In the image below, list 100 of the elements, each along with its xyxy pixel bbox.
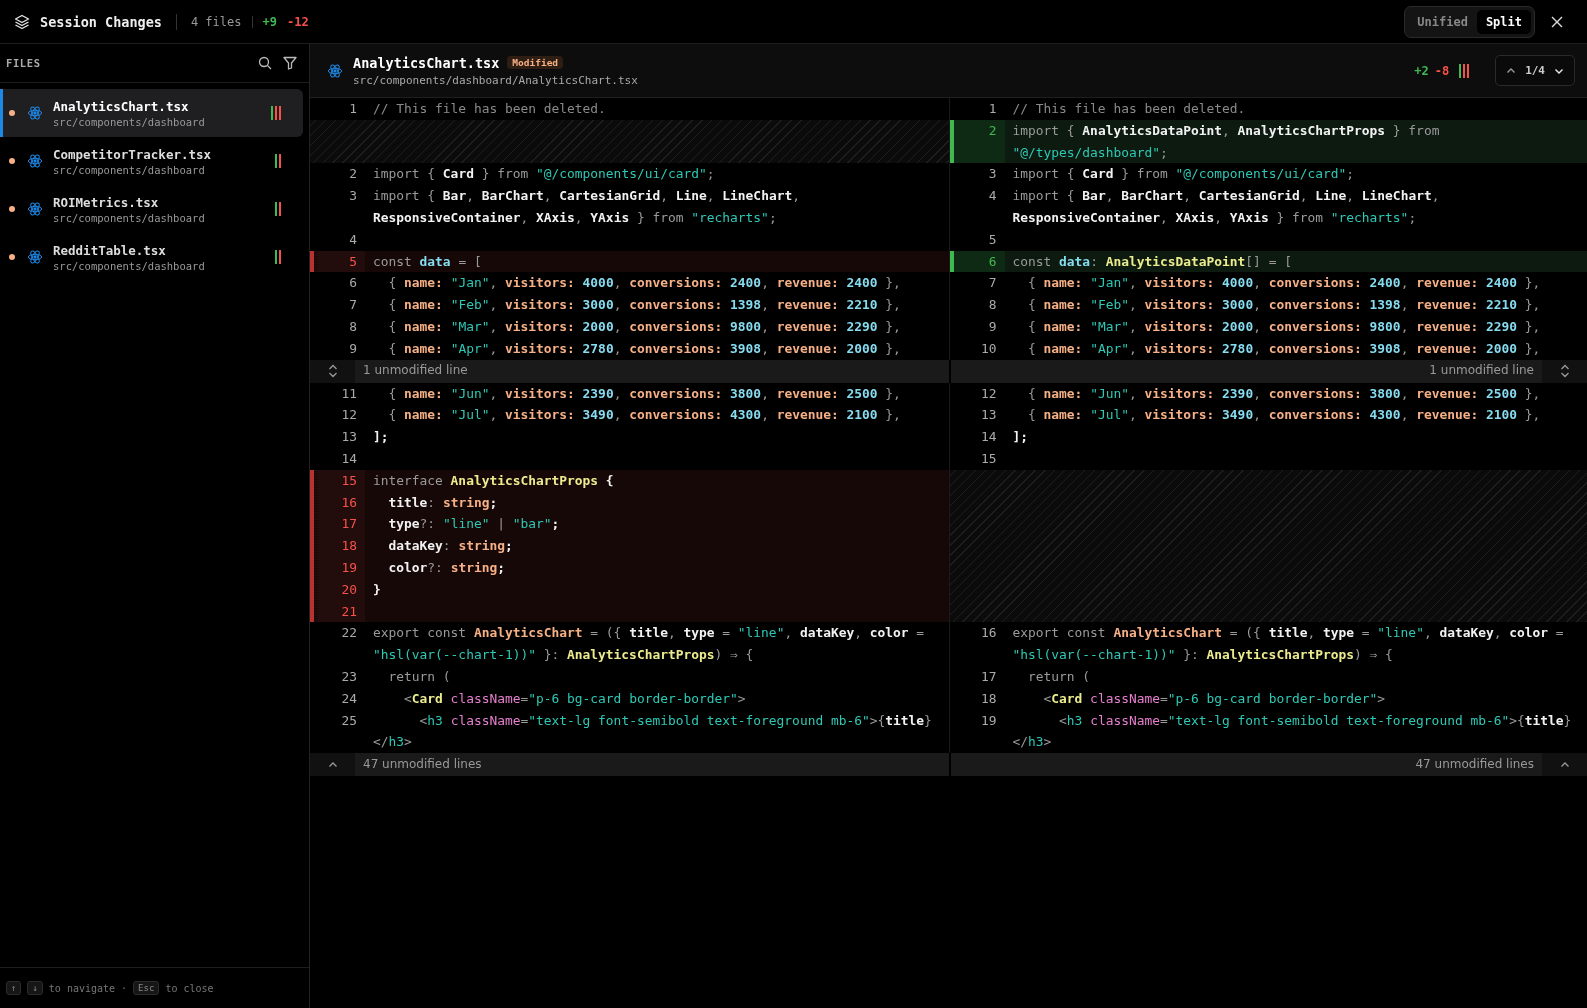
file-item[interactable]: RedditTable.tsx src/components/dashboard (0, 233, 303, 281)
code-line: return ( (387, 667, 452, 686)
atom-icon (27, 105, 43, 121)
line-number: 22 (341, 625, 357, 641)
line-number: 8 (988, 297, 997, 313)
close-icon[interactable] (1551, 15, 1563, 28)
search-icon[interactable] (258, 56, 272, 70)
code-line: import { Card } from "@/components/ui/card"; (372, 165, 716, 184)
line-number: 19 (980, 712, 997, 728)
view-tab[interactable]: Split (1476, 9, 1531, 34)
app-title: Session Changes (40, 13, 162, 30)
line-number: 13 (980, 407, 997, 423)
line-number: 2 (988, 122, 997, 138)
removed-count: -12 (286, 14, 309, 29)
change-bars-icon (1459, 63, 1472, 78)
line-number: 20 (341, 581, 357, 597)
collapsed-lines-label: 47 unmodified lines (1414, 755, 1535, 773)
file-count: 4 files (190, 14, 242, 29)
file-name: ROIMetrics.tsx (53, 194, 160, 210)
line-number: 1 (988, 101, 997, 116)
line-number: 17 (341, 516, 357, 532)
code-line: { name: "Jul", visitors: 3490, conversions: 4300, revenue: 2100 }, (1027, 406, 1542, 425)
added-count: +2 (1414, 63, 1429, 78)
key-hint: ↓ (27, 981, 43, 995)
expand-button[interactable] (1542, 359, 1587, 383)
line-number: 14 (341, 450, 357, 466)
expand-icon (327, 364, 338, 379)
line-number: 9 (349, 340, 357, 356)
code-line: { name: "Jan", visitors: 4000, conversions: 2400, revenue: 2400 }, (387, 274, 902, 293)
layers-icon (14, 13, 30, 30)
file-name: RedditTable.tsx (53, 242, 167, 258)
line-number: 13 (341, 429, 357, 445)
code-line: { name: "Jan", visitors: 4000, conversions: 2400, revenue: 2400 }, (1027, 274, 1542, 293)
line-number: 21 (341, 603, 357, 619)
line-number: 4 (349, 231, 357, 247)
code-line: <h3 className="text-lg font-semibold text-foreground mb-6">{title} </h3> (372, 711, 933, 752)
code-line: <Card className="p-6 bg-card border-border"> (1042, 689, 1387, 708)
line-number: 1 (349, 101, 357, 116)
file-name: AnalyticsChart.tsx (53, 98, 190, 114)
line-number: 3 (349, 188, 357, 204)
files-heading: FILES (6, 57, 41, 69)
hint-text: · (121, 982, 128, 994)
hint-text: to navigate (48, 982, 116, 994)
status-badge: Modified (507, 56, 564, 69)
code-line: import { Bar, BarChart, CartesianGrid, Line, LineChart, ResponsiveContainer, XAxis, YAxis } from "recharts"; (1011, 187, 1441, 227)
removed-count: -8 (1434, 63, 1450, 78)
key-hint: ↑ (6, 981, 22, 995)
collapsed-lines-label: 1 unmodified line (362, 362, 469, 380)
line-number: 12 (980, 385, 997, 401)
view-tab[interactable]: Unified (1408, 9, 1477, 34)
line-number: 16 (341, 494, 357, 510)
file-path: src/components/dashboard (53, 259, 206, 272)
line-number: 24 (341, 690, 357, 706)
hunk-position: 1/4 (1525, 64, 1545, 77)
line-number: 7 (988, 275, 997, 291)
line-number: 17 (980, 668, 997, 684)
collapsed-lines-label: 47 unmodified lines (362, 755, 483, 773)
filter-icon[interactable] (283, 56, 297, 70)
file-path: src/components/dashboard (53, 163, 206, 176)
code-line: { name: "Jun", visitors: 2390, conversions: 3800, revenue: 2500 }, (387, 384, 902, 403)
expand-button[interactable] (310, 359, 355, 383)
hint-text: to close (165, 982, 214, 994)
code-line: <Card className="p-6 bg-card border-border"> (403, 689, 747, 708)
change-bars-icon (275, 202, 283, 216)
file-item[interactable]: CompetitorTracker.tsx src/components/dashboard (0, 137, 303, 185)
file-item[interactable]: AnalyticsChart.tsx src/components/dashboard (0, 89, 303, 137)
line-number: 6 (988, 253, 997, 269)
atom-icon (27, 153, 43, 169)
atom-icon (327, 62, 343, 79)
line-number: 14 (980, 429, 997, 445)
line-number: 15 (341, 472, 357, 488)
code-line: import { Card } from "@/components/ui/card"; (1011, 165, 1356, 184)
line-number: 9 (988, 318, 997, 334)
code-line: ]; (372, 428, 390, 447)
code-line: { name: "Feb", visitors: 3000, conversions: 1398, revenue: 2210 }, (1027, 296, 1542, 315)
code-line: { name: "Mar", visitors: 2000, conversions: 9800, revenue: 2290 }, (387, 317, 902, 336)
line-number: 8 (349, 318, 357, 334)
code-line: // This file has been deleted. (1011, 100, 1247, 118)
change-bars-icon (275, 250, 283, 264)
code-line: { name: "Feb", visitors: 3000, conversions: 1398, revenue: 2210 }, (387, 296, 902, 315)
line-number: 15 (980, 450, 997, 466)
code-line: { name: "Apr", visitors: 2780, conversions: 3908, revenue: 2000 }, (1027, 339, 1542, 358)
line-number: 12 (341, 407, 357, 423)
code-line: // This file has been deleted. (372, 100, 607, 118)
file-item[interactable]: ROIMetrics.tsx src/components/dashboard (0, 185, 303, 233)
line-number: 25 (341, 712, 357, 728)
line-number: 3 (988, 166, 997, 182)
code-line: { name: "Jun", visitors: 2390, conversions: 3800, revenue: 2500 }, (1027, 384, 1542, 403)
change-bars-icon (271, 106, 283, 120)
line-number: 6 (349, 275, 357, 291)
code-line: ]; (1011, 428, 1030, 447)
line-number: 10 (980, 340, 997, 356)
code-line: { name: "Jul", visitors: 3490, conversions: 4300, revenue: 2100 }, (387, 406, 902, 425)
file-name: CompetitorTracker.tsx (53, 146, 213, 162)
code-line: return ( (1027, 667, 1092, 686)
code-line: { name: "Mar", visitors: 2000, conversions: 9800, revenue: 2290 }, (1027, 317, 1542, 336)
code-line: { name: "Apr", visitors: 2780, conversions: 3908, revenue: 2000 }, (387, 339, 902, 358)
line-number: 7 (349, 297, 357, 313)
atom-icon (27, 249, 43, 265)
change-bars-icon (275, 154, 283, 168)
